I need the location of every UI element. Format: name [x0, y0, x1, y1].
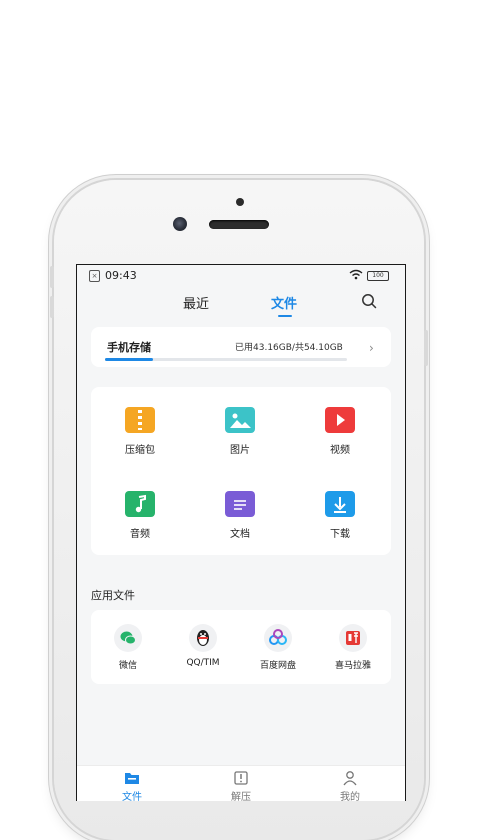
nav-files[interactable]: 文件: [102, 770, 162, 801]
app-qq[interactable]: QQ/TIM: [168, 624, 238, 668]
phone-storage-card[interactable]: 手机存储 已用43.16GB/共54.10GB ›: [91, 327, 391, 367]
image-icon: [225, 407, 255, 433]
battery-icon: 100: [367, 271, 389, 281]
app-files-card: 微信 QQ/TIM 百度网盘 喜马拉雅: [91, 610, 391, 684]
app-label: 微信: [118, 661, 137, 671]
power-button-hw: [424, 330, 428, 366]
notification-icon: ×: [89, 270, 100, 282]
profile-icon: [343, 771, 357, 786]
volume-up-button-hw: [50, 266, 54, 288]
chevron-right-icon: ›: [369, 341, 374, 355]
nav-unzip[interactable]: 解压: [211, 770, 271, 801]
folder-icon: [125, 773, 139, 784]
top-tab-bar: 最近 文件: [77, 287, 405, 317]
category-label: 视频: [330, 445, 350, 456]
volume-down-button-hw: [50, 296, 54, 318]
wechat-icon: [114, 624, 142, 652]
unzip-icon: [234, 771, 248, 785]
storage-title: 手机存储: [107, 341, 151, 354]
ximalaya-icon: [339, 624, 367, 652]
app-wechat[interactable]: 微信: [93, 624, 163, 671]
category-images[interactable]: 图片: [208, 407, 272, 467]
category-label: 图片: [230, 445, 250, 456]
baidu-netdisk-icon: [264, 624, 292, 652]
category-documents[interactable]: 文档: [208, 491, 272, 551]
app-baidu-netdisk[interactable]: 百度网盘: [243, 624, 313, 671]
download-icon: [325, 491, 355, 517]
category-label: 文档: [230, 529, 250, 540]
category-label: 下载: [330, 529, 350, 540]
storage-progress-track: [105, 358, 347, 361]
category-audio[interactable]: 音频: [108, 491, 172, 551]
category-label: 压缩包: [125, 445, 155, 456]
category-label: 音频: [130, 529, 150, 540]
qq-icon: [189, 624, 217, 652]
app-ximalaya[interactable]: 喜马拉雅: [318, 624, 388, 671]
tab-recent[interactable]: 最近: [183, 293, 209, 312]
storage-usage: 已用43.16GB/共54.10GB: [235, 343, 343, 353]
wifi-icon: [349, 269, 363, 280]
bottom-navigation: 文件 解压 我的: [77, 765, 405, 801]
app-label: 喜马拉雅: [334, 661, 371, 671]
nav-profile[interactable]: 我的: [320, 770, 380, 801]
status-bar: × 09:43 100: [77, 265, 405, 287]
proximity-sensor: [236, 198, 244, 206]
earpiece-speaker: [209, 220, 269, 229]
front-camera: [173, 217, 187, 231]
app-files-title: 应用文件: [91, 589, 135, 602]
active-tab-indicator: [278, 315, 292, 317]
video-icon: [325, 407, 355, 433]
category-zip[interactable]: 压缩包: [108, 407, 172, 467]
app-label: 百度网盘: [259, 661, 296, 671]
tab-files[interactable]: 文件: [271, 293, 297, 312]
app-screen: × 09:43 100 最近 文件 手机存储 已用43.16GB/共54.10G…: [76, 264, 406, 801]
file-categories-card: 压缩包 图片 视频 音频 文档 下载: [91, 387, 391, 555]
category-video[interactable]: 视频: [308, 407, 372, 467]
audio-icon: [125, 491, 155, 517]
storage-progress-fill: [105, 358, 154, 361]
zip-icon: [125, 407, 155, 433]
search-icon[interactable]: [361, 293, 377, 309]
document-icon: [225, 491, 255, 517]
status-time: 09:43: [105, 269, 137, 282]
app-label: QQ/TIM: [186, 658, 220, 668]
category-downloads[interactable]: 下载: [308, 491, 372, 551]
